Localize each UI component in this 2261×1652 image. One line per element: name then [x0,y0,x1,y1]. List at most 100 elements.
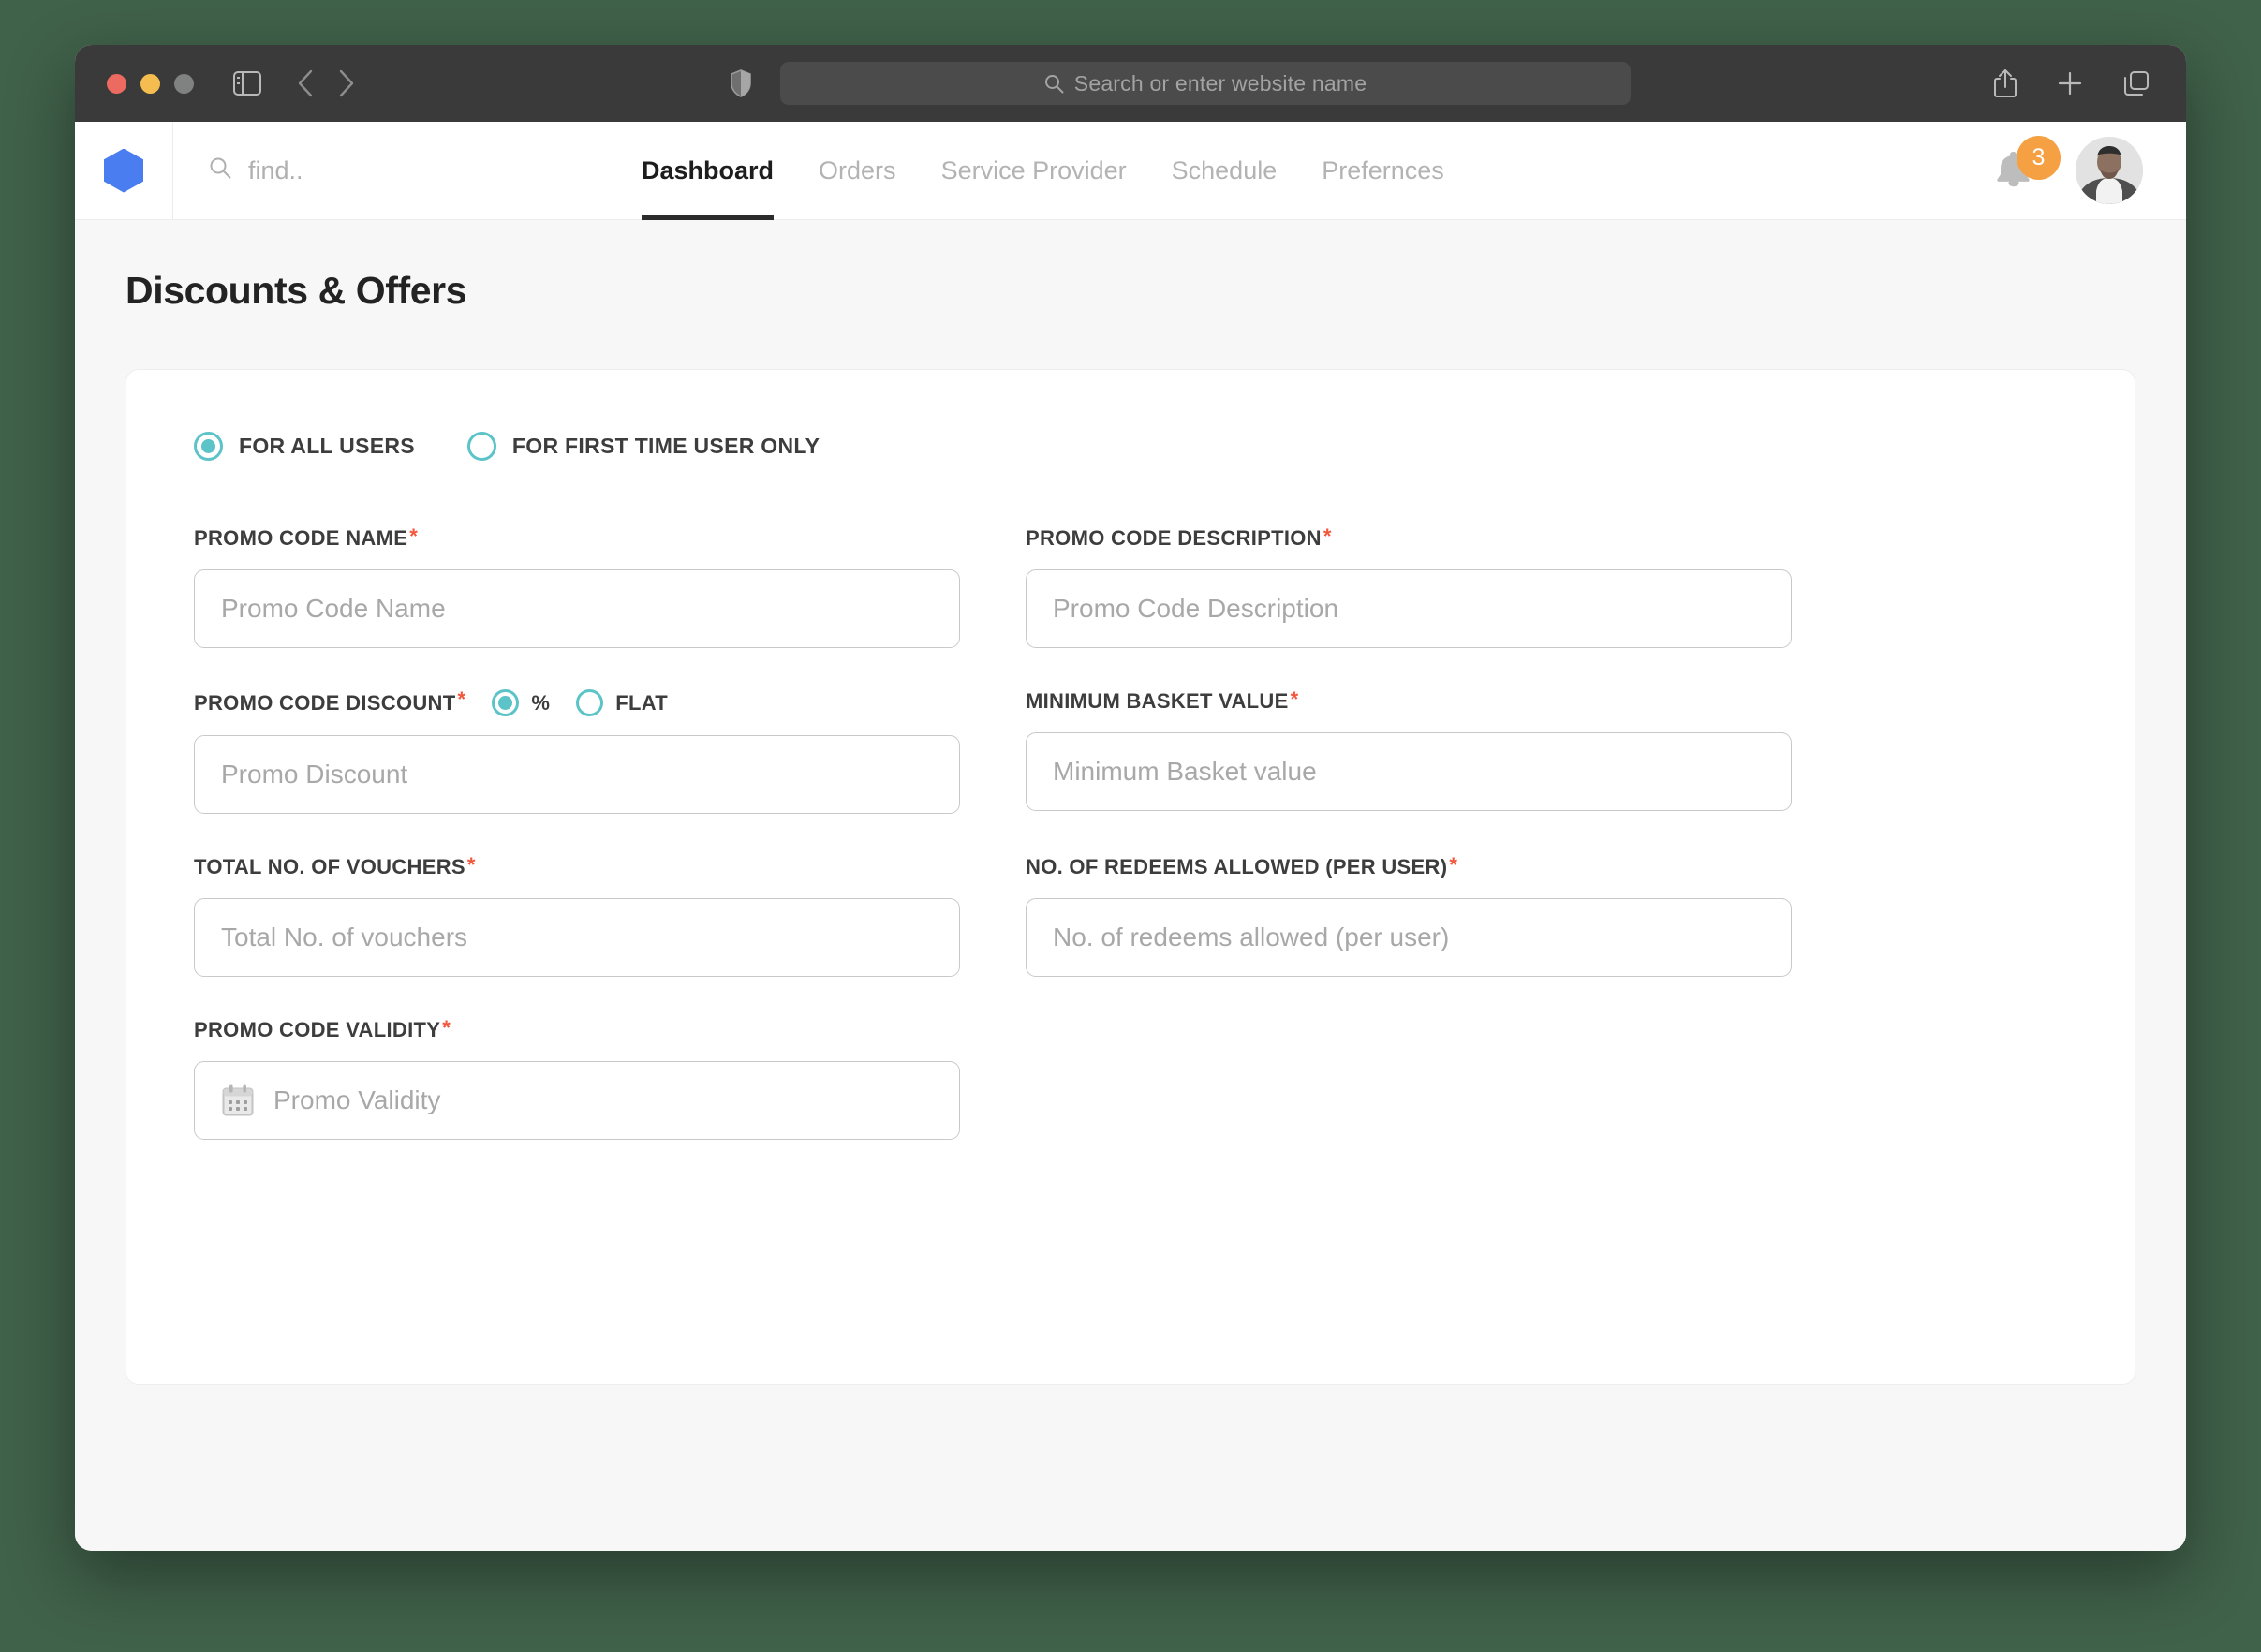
input-placeholder: Promo Validity [273,1085,441,1114]
required-asterisk: * [1290,687,1299,711]
promo-code-name-input[interactable]: Promo Code Name [194,569,960,648]
share-icon[interactable] [1993,68,2017,98]
input-placeholder: Total No. of vouchers [221,922,468,951]
radio-icon-unchecked [576,689,604,716]
input-placeholder: Promo Code Description [1053,594,1339,623]
nav-item-label: Dashboard [642,155,775,184]
field-label: PROMO CODE DESCRIPTION * [1026,526,1792,551]
application-area: find.. Dashboard Orders Service Provider… [75,122,2186,1551]
field-label: PROMO CODE VALIDITY * [194,1018,960,1042]
nav-item-label: Schedule [1171,155,1278,184]
minimize-window-button[interactable] [140,73,160,94]
close-window-button[interactable] [107,73,126,94]
required-asterisk: * [1323,524,1332,548]
app-navbar-actions: 3 [1995,122,2186,219]
app-search-input[interactable]: find.. [173,122,613,219]
traffic-lights [107,73,194,94]
field-label-text: TOTAL NO. OF VOUCHERS [194,855,466,878]
field-label: PROMO CODE DISCOUNT * % FLAT [194,689,960,716]
page-body: Discounts & Offers FOR ALL USERS FOR FIR… [75,220,2186,1551]
required-asterisk: * [409,524,419,548]
app-search-placeholder: find.. [248,155,303,184]
address-bar[interactable]: Search or enter website name [780,62,1631,105]
field-label-text: PROMO CODE DESCRIPTION [1026,526,1322,550]
field-label: NO. OF REDEEMS ALLOWED (PER USER) * [1026,855,1792,879]
app-navbar: find.. Dashboard Orders Service Provider… [75,122,2186,220]
nav-item-label: Prefernces [1322,155,1444,184]
search-icon [209,156,232,184]
hexagon-logo-icon [104,148,143,193]
browser-toolbar-actions [1993,68,2150,98]
promo-code-description-input[interactable]: Promo Code Description [1026,569,1792,648]
audience-radio-group: FOR ALL USERS FOR FIRST TIME USER ONLY [194,432,2067,461]
required-asterisk: * [457,687,466,711]
browser-navigation-arrows [297,69,355,97]
discount-form-card: FOR ALL USERS FOR FIRST TIME USER ONLY P… [126,369,2135,1385]
radio-for-first-time-user-only[interactable]: FOR FIRST TIME USER ONLY [466,432,820,461]
promo-validity-input[interactable]: Promo Validity [194,1061,960,1140]
input-placeholder: Promo Code Name [221,594,446,623]
app-nav-links: Dashboard Orders Service Provider Schedu… [613,122,1995,220]
required-asterisk: * [442,1016,451,1040]
field-promo-code-validity: PROMO CODE VALIDITY * Promo Validity [194,1018,960,1140]
nav-item-label: Service Provider [940,155,1127,184]
radio-icon-unchecked [466,432,496,461]
radio-discount-percent[interactable]: % [492,689,550,716]
input-placeholder: Promo Discount [221,760,408,789]
field-label-text: PROMO CODE VALIDITY [194,1018,441,1041]
required-asterisk: * [466,853,476,877]
sidebar-toggle-icon[interactable] [233,71,261,96]
nav-item-schedule[interactable]: Schedule [1149,122,1300,219]
field-label: PROMO CODE NAME * [194,526,960,551]
shield-icon[interactable] [731,69,751,97]
field-minimum-basket-value: MINIMUM BASKET VALUE * Minimum Basket val… [1026,689,1792,814]
promo-discount-input[interactable]: Promo Discount [194,735,960,814]
input-placeholder: Minimum Basket value [1053,757,1317,786]
field-label-text: MINIMUM BASKET VALUE [1026,689,1289,713]
nav-item-dashboard[interactable]: Dashboard [619,122,796,220]
field-label-text: PROMO CODE DISCOUNT [194,690,456,715]
plus-icon[interactable] [2057,70,2083,96]
nav-item-prefernces[interactable]: Prefernces [1299,122,1467,219]
total-no-of-vouchers-input[interactable]: Total No. of vouchers [194,898,960,977]
browser-toolbar: Search or enter website name [75,45,2186,122]
radio-label: FOR FIRST TIME USER ONLY [511,434,820,458]
promo-form-grid: PROMO CODE NAME * Promo Code Name PROMO C… [194,526,2067,1140]
field-promo-code-name: PROMO CODE NAME * Promo Code Name [194,526,960,648]
discount-type-radio-group: % FLAT [492,689,668,716]
empty-grid-cell [1026,1018,2067,1140]
no-of-redeems-allowed-input[interactable]: No. of redeems allowed (per user) [1026,898,1792,977]
browser-window: Search or enter website name find.. Dash… [75,45,2186,1551]
radio-label: FLAT [615,690,669,715]
field-label: MINIMUM BASKET VALUE * [1026,689,1792,714]
app-logo[interactable] [75,122,173,219]
avatar[interactable] [2076,137,2143,204]
nav-item-orders[interactable]: Orders [796,122,919,219]
back-arrow-icon[interactable] [297,69,314,97]
radio-for-all-users[interactable]: FOR ALL USERS [194,432,415,461]
nav-item-label: Orders [819,155,896,184]
minimum-basket-value-input[interactable]: Minimum Basket value [1026,732,1792,811]
search-icon [1044,74,1064,94]
address-bar-text: Search or enter website name [1073,70,1367,96]
input-placeholder: No. of redeems allowed (per user) [1053,922,1450,951]
required-asterisk: * [1449,853,1458,877]
field-label-text: NO. OF REDEEMS ALLOWED (PER USER) [1026,855,1448,878]
field-label-text: PROMO CODE NAME [194,526,408,550]
notifications-button[interactable]: 3 [1995,135,2061,193]
field-total-no-of-vouchers: TOTAL NO. OF VOUCHERS * Total No. of vouc… [194,855,960,977]
tab-overview-icon[interactable] [2122,69,2150,97]
notification-count-badge: 3 [2017,135,2061,180]
radio-icon-checked [492,689,520,716]
radio-label: FOR ALL USERS [239,434,415,458]
field-label: TOTAL NO. OF VOUCHERS * [194,855,960,879]
page-title: Discounts & Offers [126,269,467,312]
radio-icon-checked [194,432,223,461]
calendar-icon[interactable] [221,1084,255,1117]
field-promo-code-description: PROMO CODE DESCRIPTION * Promo Code Descr… [1026,526,1792,648]
field-promo-code-discount: PROMO CODE DISCOUNT * % FLAT Promo Disco… [194,689,960,814]
nav-item-service-provider[interactable]: Service Provider [919,122,1149,219]
forward-arrow-icon[interactable] [338,69,355,97]
maximize-window-button[interactable] [174,73,194,94]
radio-discount-flat[interactable]: FLAT [576,689,668,716]
